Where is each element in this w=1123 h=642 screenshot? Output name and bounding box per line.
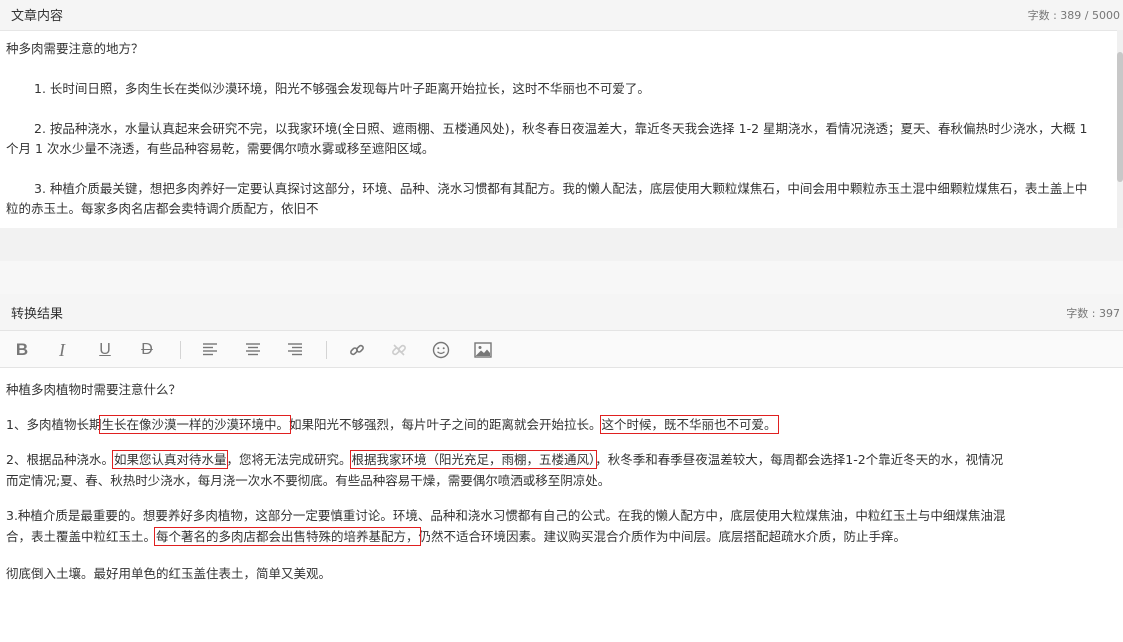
editor-toolbar: B I U D (0, 330, 1123, 368)
highlighted-segment: 这个时候，既不华丽也不可爱。 (599, 415, 779, 434)
source-paragraph-3: 3. 种植介质最关键，想把多肉养好一定要认真探讨这部分，环境、品种、浇水习惯都有… (6, 181, 1088, 216)
link-icon[interactable] (347, 340, 367, 360)
result-question: 种植多肉植物时需要注意什么？ (6, 382, 182, 397)
result-text-segment: ，您将无法完成研究。 (226, 452, 352, 467)
strikethrough-button[interactable]: D (137, 340, 157, 360)
image-icon[interactable] (473, 340, 493, 360)
source-paragraph-1: 1. 长时间日照，多肉生长在类似沙漠环境，阳光不够强会发现每片叶子距离开始拉长，… (34, 81, 650, 96)
align-left-icon[interactable] (200, 340, 220, 360)
source-paragraph-2: 2. 按品种浇水，水量认真起来会研究不完，以我家环境(全日照、遮雨棚、五楼通风处… (6, 121, 1088, 156)
result-paragraph-2: 2、根据品种浇水。如果您认真对待水量，您将无法完成研究。根据我家环境（阳光充足，… (0, 449, 1123, 470)
source-panel-header: 文章内容 字数 : 389 / 5000 (0, 0, 1123, 30)
divider-band-lower (0, 261, 1123, 294)
result-text-segment: 2、根据品种浇水。 (6, 452, 114, 467)
result-paragraph-3-cont: 合，表土覆盖中粒红玉土。每个著名的多肉店都会出售特殊的培养基配方，仍然不适合环境… (0, 526, 1123, 547)
result-panel-title: 转换结果 (11, 307, 64, 322)
toolbar-separator (326, 341, 327, 359)
result-paragraph-4: 彻底倒入土壤。最好用单色的红玉盖住表土，简单又美观。 (6, 566, 332, 581)
source-char-count: 字数 : 389 / 5000 (1027, 9, 1120, 22)
source-text-area[interactable]: 种多肉需要注意的地方？ 1. 长时间日照，多肉生长在类似沙漠环境，阳光不够强会发… (0, 30, 1123, 228)
highlighted-segment: 生长在像沙漠一样的沙漠环境中。 (99, 415, 291, 434)
result-paragraph-3: 3.种植介质是最重要的。想要养好多肉植物，这部分一定要慎重讨论。环境、品种和浇水… (6, 508, 1006, 523)
result-text-segment: 1、多肉植物长期 (6, 417, 102, 432)
result-text-area[interactable]: 种植多肉植物时需要注意什么？ 1、多肉植物长期生长在像沙漠一样的沙漠环境中。如果… (0, 368, 1123, 642)
toolbar-separator (180, 341, 181, 359)
underline-button[interactable]: U (95, 340, 115, 360)
result-char-count: 字数 : 397 (1066, 307, 1120, 320)
result-text-segment: 如果阳光不够强烈，每片叶子之间的距离就会开始拉长。 (288, 417, 602, 432)
result-paragraph-2-cont: 而定情况;夏、春、秋热时少浇水，每月浇一次水不要彻底。有些品种容易干燥，需要偶尔… (6, 473, 611, 488)
result-panel-header: 转换结果 字数 : 397 (0, 294, 1123, 330)
source-question: 种多肉需要注意的地方？ (6, 41, 144, 56)
source-panel-title: 文章内容 (11, 9, 64, 24)
result-text-segment: 合，表土覆盖中粒红玉土。 (6, 529, 157, 544)
source-scrollbar-thumb[interactable] (1117, 52, 1123, 182)
smiley-icon[interactable] (431, 340, 451, 360)
highlighted-segment: 根据我家环境（阳光充足，雨棚，五楼通风） (349, 450, 598, 469)
unlink-icon[interactable] (389, 340, 409, 360)
align-right-icon[interactable] (285, 340, 305, 360)
italic-button[interactable]: I (52, 340, 72, 360)
divider-band (0, 228, 1123, 261)
result-paragraph-1: 1、多肉植物长期生长在像沙漠一样的沙漠环境中。如果阳光不够强烈，每片叶子之间的距… (0, 414, 1123, 435)
result-text-segment: 仍然不适合环境因素。建议购买混合介质作为中间层。底层搭配超疏水介质，防止手痒。 (418, 529, 907, 544)
result-text-segment: ，秋冬季和春季昼夜温差较大，每周都会选择1-2个靠近冬天的水，视情况 (595, 452, 1004, 467)
source-scrollbar[interactable] (1117, 30, 1123, 228)
highlighted-segment: 每个著名的多肉店都会出售特殊的培养基配方， (154, 527, 421, 546)
bold-button[interactable]: B (12, 340, 32, 360)
align-center-icon[interactable] (243, 340, 263, 360)
highlighted-segment: 如果您认真对待水量 (111, 450, 229, 469)
